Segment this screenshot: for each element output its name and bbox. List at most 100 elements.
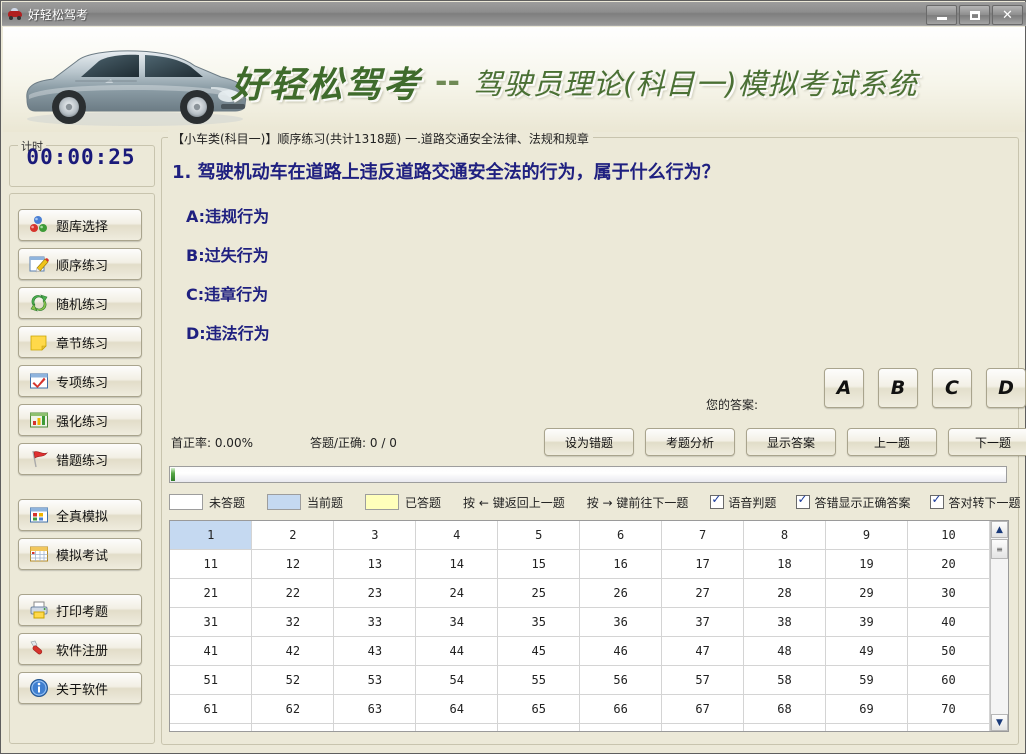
sidebar-item-wrong-question-practice[interactable]: 错题练习 bbox=[18, 443, 142, 475]
question-number-cell[interactable]: 38 bbox=[744, 608, 826, 637]
checkbox-voice-judgement[interactable]: 语音判题 bbox=[710, 494, 776, 511]
question-number-cell[interactable]: 67 bbox=[662, 695, 744, 724]
question-number-cell[interactable]: 63 bbox=[334, 695, 416, 724]
checkbox-icon[interactable] bbox=[930, 495, 944, 509]
question-number-cell[interactable]: 34 bbox=[416, 608, 498, 637]
question-number-cell[interactable]: 49 bbox=[826, 637, 908, 666]
sidebar-item-random-practice[interactable]: 随机练习 bbox=[18, 287, 142, 319]
previous-question-button[interactable]: 上一题 bbox=[847, 428, 937, 456]
question-number-cell[interactable]: 29 bbox=[826, 579, 908, 608]
question-number-cell[interactable]: 59 bbox=[826, 666, 908, 695]
question-number-cell[interactable]: 12 bbox=[252, 550, 334, 579]
sidebar-item-print-questions[interactable]: 打印考题 bbox=[18, 594, 142, 626]
mark-wrong-button[interactable]: 设为错题 bbox=[544, 428, 634, 456]
question-number-cell[interactable]: 26 bbox=[580, 579, 662, 608]
checkbox-icon[interactable] bbox=[796, 495, 810, 509]
question-number-cell[interactable]: 66 bbox=[580, 695, 662, 724]
answer-button-d[interactable]: D bbox=[986, 368, 1026, 408]
question-number-cell[interactable]: 43 bbox=[334, 637, 416, 666]
question-number-cell[interactable]: 6 bbox=[580, 521, 662, 550]
answer-button-c[interactable]: C bbox=[932, 368, 972, 408]
question-number-cell[interactable]: 61 bbox=[170, 695, 252, 724]
grid-scrollbar[interactable]: ▲ ≡ ▼ bbox=[990, 521, 1008, 731]
option-a[interactable]: A:违规行为 bbox=[186, 203, 269, 227]
question-number-cell[interactable]: 56 bbox=[580, 666, 662, 695]
question-number-cell[interactable]: 48 bbox=[744, 637, 826, 666]
question-number-cell[interactable]: 72 bbox=[252, 724, 334, 733]
option-c[interactable]: C:违章行为 bbox=[186, 281, 268, 305]
sidebar-item-sequential-practice[interactable]: 顺序练习 bbox=[18, 248, 142, 280]
question-number-cell[interactable]: 36 bbox=[580, 608, 662, 637]
question-number-cell[interactable]: 4 bbox=[416, 521, 498, 550]
question-number-cell[interactable]: 51 bbox=[170, 666, 252, 695]
question-number-cell[interactable]: 17 bbox=[662, 550, 744, 579]
question-number-cell[interactable]: 13 bbox=[334, 550, 416, 579]
sidebar-item-intensive-practice[interactable]: 强化练习 bbox=[18, 404, 142, 436]
question-number-cell[interactable]: 14 bbox=[416, 550, 498, 579]
question-number-cell[interactable]: 70 bbox=[907, 695, 989, 724]
question-number-cell[interactable]: 75 bbox=[498, 724, 580, 733]
question-number-cell[interactable]: 58 bbox=[744, 666, 826, 695]
question-number-cell[interactable]: 77 bbox=[662, 724, 744, 733]
minimize-button[interactable] bbox=[926, 5, 957, 25]
checkbox-icon[interactable] bbox=[710, 495, 724, 509]
question-number-cell[interactable]: 50 bbox=[907, 637, 989, 666]
question-number-cell[interactable]: 2 bbox=[252, 521, 334, 550]
question-number-cell[interactable]: 32 bbox=[252, 608, 334, 637]
question-number-cell[interactable]: 68 bbox=[744, 695, 826, 724]
checkbox-advance-on-correct[interactable]: 答对转下一题 bbox=[930, 494, 1020, 511]
question-number-cell[interactable]: 1 bbox=[170, 521, 252, 550]
question-number-cell[interactable]: 65 bbox=[498, 695, 580, 724]
answer-button-a[interactable]: A bbox=[824, 368, 864, 408]
question-number-cell[interactable]: 37 bbox=[662, 608, 744, 637]
sidebar-item-chapter-practice[interactable]: 章节练习 bbox=[18, 326, 142, 358]
question-number-cell[interactable]: 73 bbox=[334, 724, 416, 733]
question-number-cell[interactable]: 7 bbox=[662, 521, 744, 550]
question-number-cell[interactable]: 74 bbox=[416, 724, 498, 733]
question-number-cell[interactable]: 22 bbox=[252, 579, 334, 608]
question-number-cell[interactable]: 9 bbox=[826, 521, 908, 550]
question-number-cell[interactable]: 24 bbox=[416, 579, 498, 608]
question-number-cell[interactable]: 42 bbox=[252, 637, 334, 666]
question-analysis-button[interactable]: 考题分析 bbox=[645, 428, 735, 456]
question-number-cell[interactable]: 41 bbox=[170, 637, 252, 666]
show-answer-button[interactable]: 显示答案 bbox=[746, 428, 836, 456]
question-number-cell[interactable]: 44 bbox=[416, 637, 498, 666]
question-number-cell[interactable]: 33 bbox=[334, 608, 416, 637]
question-number-cell[interactable]: 8 bbox=[744, 521, 826, 550]
question-number-cell[interactable]: 57 bbox=[662, 666, 744, 695]
sidebar-item-question-bank[interactable]: 题库选择 bbox=[18, 209, 142, 241]
sidebar-item-software-register[interactable]: 软件注册 bbox=[18, 633, 142, 665]
question-number-cell[interactable]: 25 bbox=[498, 579, 580, 608]
question-number-cell[interactable]: 16 bbox=[580, 550, 662, 579]
sidebar-item-mock-exam[interactable]: 模拟考试 bbox=[18, 538, 142, 570]
maximize-button[interactable] bbox=[959, 5, 990, 25]
question-number-cell[interactable]: 15 bbox=[498, 550, 580, 579]
next-question-button[interactable]: 下一题 bbox=[948, 428, 1026, 456]
question-number-cell[interactable]: 76 bbox=[580, 724, 662, 733]
question-number-cell[interactable]: 20 bbox=[907, 550, 989, 579]
answer-button-b[interactable]: B bbox=[878, 368, 918, 408]
question-number-cell[interactable]: 55 bbox=[498, 666, 580, 695]
question-number-cell[interactable]: 35 bbox=[498, 608, 580, 637]
question-number-cell[interactable]: 31 bbox=[170, 608, 252, 637]
question-number-cell[interactable]: 39 bbox=[826, 608, 908, 637]
question-number-cell[interactable]: 54 bbox=[416, 666, 498, 695]
question-number-cell[interactable]: 79 bbox=[826, 724, 908, 733]
question-number-cell[interactable]: 21 bbox=[170, 579, 252, 608]
close-button[interactable]: ✕ bbox=[992, 5, 1023, 25]
checkbox-show-correct-on-wrong[interactable]: 答错显示正确答案 bbox=[796, 494, 910, 511]
sidebar-item-about-software[interactable]: 关于软件 bbox=[18, 672, 142, 704]
question-number-cell[interactable]: 78 bbox=[744, 724, 826, 733]
scrollbar-track[interactable] bbox=[991, 538, 1008, 714]
question-number-cell[interactable]: 60 bbox=[907, 666, 989, 695]
question-number-cell[interactable]: 19 bbox=[826, 550, 908, 579]
question-number-cell[interactable]: 5 bbox=[498, 521, 580, 550]
question-number-cell[interactable]: 23 bbox=[334, 579, 416, 608]
question-number-cell[interactable]: 80 bbox=[907, 724, 989, 733]
question-number-cell[interactable]: 10 bbox=[907, 521, 989, 550]
question-number-cell[interactable]: 62 bbox=[252, 695, 334, 724]
question-number-cell[interactable]: 40 bbox=[907, 608, 989, 637]
question-number-cell[interactable]: 27 bbox=[662, 579, 744, 608]
question-number-cell[interactable]: 53 bbox=[334, 666, 416, 695]
